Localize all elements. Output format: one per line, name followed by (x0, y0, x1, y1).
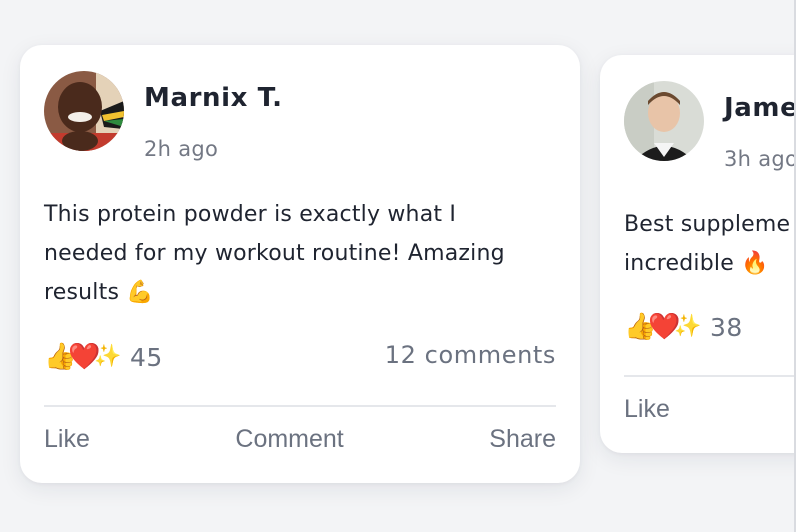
divider (44, 405, 556, 407)
reactions-summary[interactable]: 👍 ❤️ ✨ 38 (624, 307, 743, 347)
comments-count-link[interactable]: 12 comments (385, 341, 556, 369)
post-actions: Like Comment Share (44, 425, 556, 454)
author-name[interactable]: Marnix T. (144, 83, 283, 113)
post-timestamp: 2h ago (144, 137, 219, 161)
author-name[interactable]: Jame (724, 93, 796, 123)
reaction-icons: 👍 ❤️ ✨ (44, 339, 122, 375)
reactions-summary[interactable]: 👍 ❤️ ✨ 45 (44, 337, 163, 377)
avatar-image-icon (624, 81, 704, 161)
post-text-line: incredible 🔥 (624, 244, 796, 283)
share-button[interactable]: Share (489, 425, 556, 454)
reaction-count: 45 (130, 342, 163, 372)
reaction-icons: 👍 ❤️ ✨ (624, 309, 702, 345)
divider (624, 375, 796, 377)
flexed-biceps-icon: 💪 (126, 280, 154, 305)
post-actions: Like (624, 395, 670, 424)
comment-button[interactable]: Comment (235, 425, 343, 454)
post-text-line: Best suppleme (624, 212, 791, 237)
sparkles-icon: ✨ (674, 314, 702, 339)
author-avatar[interactable] (44, 71, 124, 151)
author-avatar[interactable] (624, 81, 704, 161)
post-card: Marnix T. 2h ago This protein powder is … (20, 45, 580, 483)
feed-stage: Marnix T. 2h ago This protein powder is … (0, 0, 796, 532)
post-body: This protein powder is exactly what I ne… (44, 195, 544, 312)
avatar-image-icon (44, 71, 124, 151)
post-card: Jame 3h ago Best suppleme incredible 🔥 👍… (600, 55, 796, 453)
post-text: This protein powder is exactly what I ne… (44, 202, 505, 305)
post-text: incredible (624, 251, 734, 276)
post-body: Best suppleme incredible 🔥 (624, 205, 796, 283)
post-timestamp: 3h ago (724, 147, 796, 171)
like-button[interactable]: Like (44, 425, 90, 454)
fire-icon: 🔥 (741, 251, 769, 276)
like-button[interactable]: Like (624, 395, 670, 424)
reaction-count: 38 (710, 312, 743, 342)
sparkles-icon: ✨ (94, 344, 122, 369)
